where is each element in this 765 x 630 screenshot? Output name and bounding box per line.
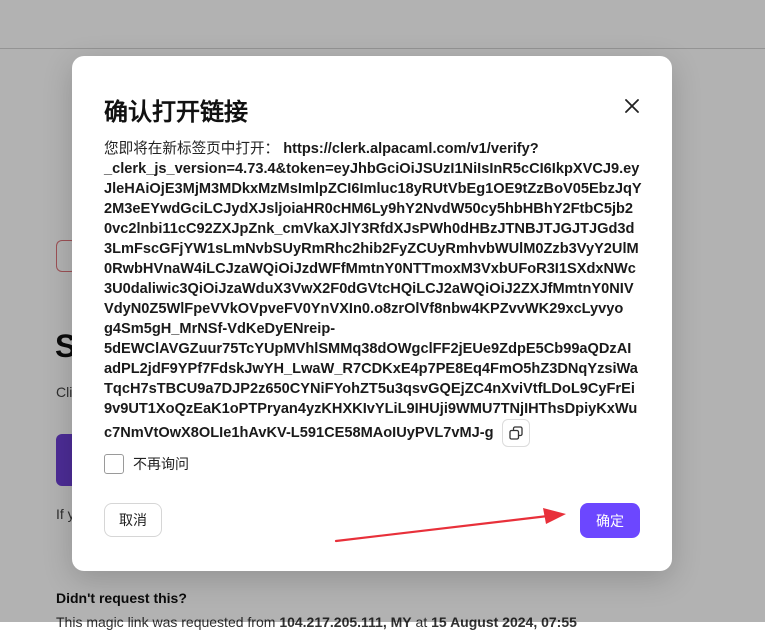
url-text: TqcH7sTBCU9a7DJP2z650CYNiFYohZT5u3qsvGQE… bbox=[104, 381, 635, 397]
url-text: 5dEWClAVGZuur75TcYUpMVhlSMMq38dOWgclFF2j… bbox=[104, 341, 632, 357]
url-text: 3LmFscGFjYW1sLmNvbSUyRmRhc2hib2FyZCUyRmh… bbox=[104, 241, 639, 257]
url-text: VdyN0Z5WlFpeVVkOVpveFV0YnVXIn0.o8zrOlVf8… bbox=[104, 301, 624, 317]
url-text: c7NmVtOwX8OLIe1hAvKV-L591CE58MAoIUyPVL7v… bbox=[104, 425, 494, 441]
dialog-message: 您即将在新标签页中打开： https://clerk.alpacaml.com/… bbox=[104, 139, 642, 447]
dialog-title: 确认打开链接 bbox=[104, 99, 248, 126]
dont-ask-again-checkbox[interactable] bbox=[104, 454, 124, 474]
url-text: 3U0daliwic3QiOiJzaWduX3VwX2F0dGVtcHQiLCJ… bbox=[104, 281, 634, 297]
url-text: g4Sm5gH_MrNSf-VdKeDyENreip- bbox=[104, 321, 336, 337]
url-text: https://clerk.alpacaml.com/v1/verify? bbox=[283, 141, 539, 157]
url-text: _clerk_js_version=4.73.4&token=eyJhbGciO… bbox=[104, 161, 640, 177]
cancel-button[interactable]: 取消 bbox=[104, 503, 162, 537]
dont-ask-again-label: 不再询问 bbox=[133, 456, 189, 472]
confirm-button[interactable]: 确定 bbox=[580, 503, 640, 538]
copy-icon bbox=[508, 426, 523, 440]
close-icon bbox=[625, 99, 639, 113]
url-text: 0RwbHVnaW4iLCJzaWQiOiJzdWFfMmtnY0NTTmoxM… bbox=[104, 261, 636, 277]
copy-url-button[interactable] bbox=[501, 419, 530, 447]
url-text: adPL2jdF9YPf7FdskJwYH_LwaW_R7CDKxE4p7PE8… bbox=[104, 361, 638, 377]
message-prefix: 您即将在新标签页中打开： bbox=[104, 141, 280, 157]
url-text: 2M3eEYwdGciLCJydXJsljoiaHR0cHM6Ly9hY2Nvd… bbox=[104, 201, 634, 217]
url-text: 0vc2lnbi11cC92ZXJpZnk_cmVkaXJlY3RfdXJsPW… bbox=[104, 221, 635, 237]
close-button[interactable] bbox=[620, 94, 644, 118]
dont-ask-again-row[interactable]: 不再询问 bbox=[104, 454, 189, 474]
url-text: 9v9UT1XoQzEaK1oPTPryan4yzKHXKIvYLiL9IHUj… bbox=[104, 401, 638, 417]
url-text: JleHAiOjE3MjM3MDkxMzMsImlpZCI6Imluc18yRU… bbox=[104, 181, 642, 197]
confirm-open-link-dialog: 确认打开链接 您即将在新标签页中打开： https://clerk.alpaca… bbox=[72, 56, 672, 571]
